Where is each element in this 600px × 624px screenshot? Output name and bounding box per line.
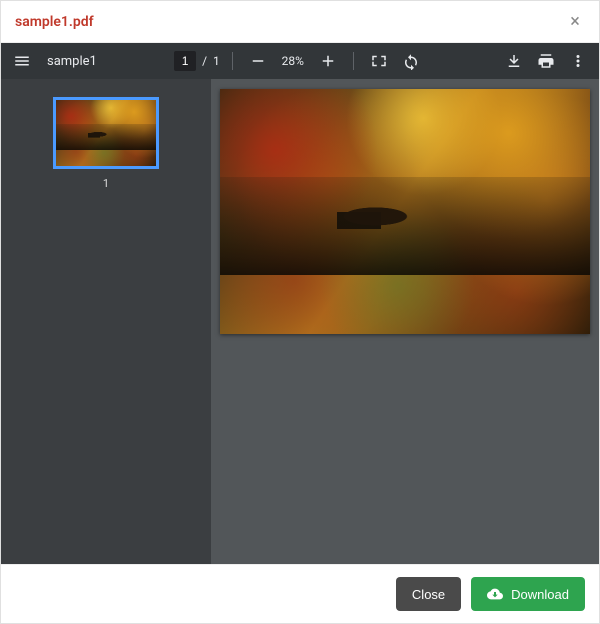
close-icon: × — [570, 11, 580, 32]
zoom-in-button[interactable] — [315, 48, 341, 74]
thumbnail-image — [53, 97, 159, 169]
page-number-input[interactable] — [174, 51, 196, 71]
fit-page-icon — [370, 52, 388, 70]
zoom-out-button[interactable] — [245, 48, 271, 74]
zoom-out-icon — [249, 52, 267, 70]
page-total: 1 — [213, 54, 220, 68]
print-icon — [537, 52, 555, 70]
rotate-button[interactable] — [398, 48, 424, 74]
thumbnail-sidebar[interactable]: 1 — [1, 79, 211, 564]
page-canvas-area[interactable] — [211, 79, 599, 564]
toolbar-download-button[interactable] — [501, 48, 527, 74]
zoom-in-icon — [319, 52, 337, 70]
pdf-toolbar: sample1 / 1 28% — [1, 43, 599, 79]
page-indicator: / 1 — [174, 51, 220, 71]
download-button-label: Download — [511, 587, 569, 602]
pdf-preview-modal: sample1.pdf × sample1 / 1 28% — [0, 0, 600, 624]
sidebar-toggle-button[interactable] — [9, 48, 35, 74]
fit-page-button[interactable] — [366, 48, 392, 74]
thumbnail-item[interactable]: 1 — [53, 97, 159, 190]
cloud-download-icon — [487, 586, 503, 602]
print-button[interactable] — [533, 48, 559, 74]
close-button-label: Close — [412, 587, 445, 602]
titlebar: sample1.pdf × — [1, 1, 599, 43]
close-button[interactable]: Close — [396, 577, 461, 611]
thumbnail-page-number: 1 — [103, 177, 109, 190]
download-icon — [505, 52, 523, 70]
more-button[interactable] — [565, 48, 591, 74]
toolbar-separator — [232, 52, 233, 70]
download-button[interactable]: Download — [471, 577, 585, 611]
modal-close-button[interactable]: × — [565, 11, 585, 32]
rotate-icon — [402, 52, 420, 70]
menu-icon — [13, 52, 31, 70]
pdf-page — [220, 89, 590, 334]
modal-title: sample1.pdf — [15, 14, 94, 30]
zoom-level[interactable]: 28% — [277, 54, 309, 68]
document-name: sample1 — [47, 54, 97, 69]
toolbar-separator — [353, 52, 354, 70]
viewer-body: 1 — [1, 79, 599, 564]
modal-footer: Close Download — [1, 564, 599, 623]
page-sep: / — [202, 54, 207, 68]
more-icon — [569, 52, 587, 70]
pdf-viewer: sample1 / 1 28% — [1, 43, 599, 564]
